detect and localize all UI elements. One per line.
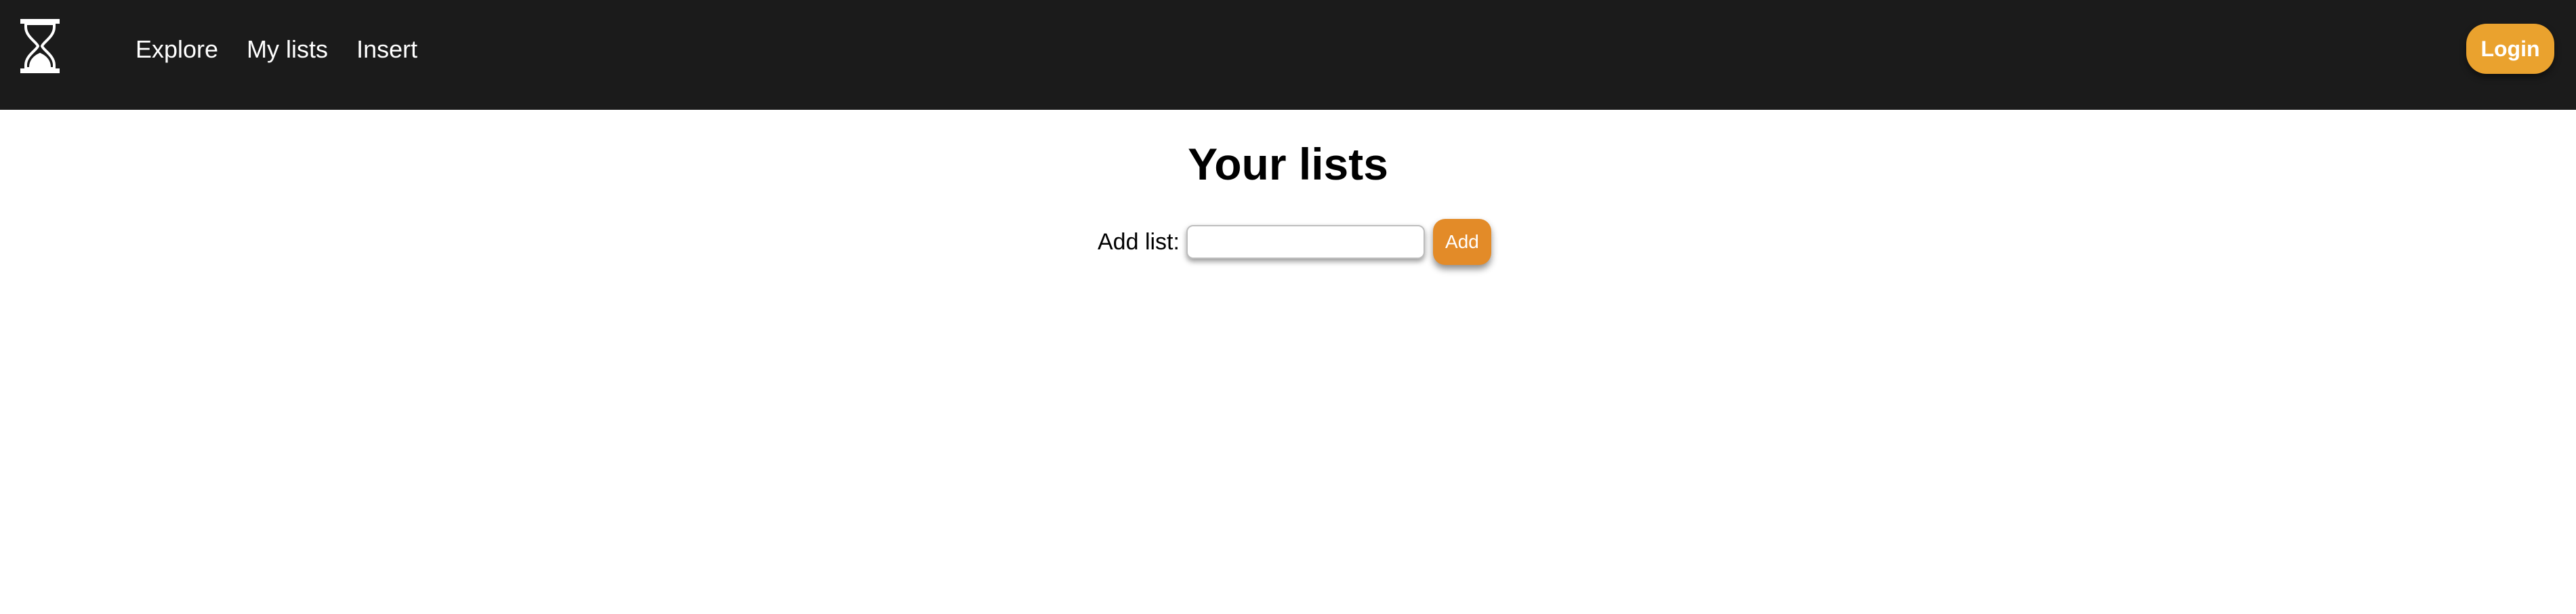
nav-links: Explore My lists Insert [136,0,446,99]
add-list-button[interactable]: Add [1432,219,1491,265]
nav-link-insert[interactable]: Insert [356,35,417,64]
top-navbar: Explore My lists Insert Login [0,0,2576,110]
login-button[interactable]: Login [2466,24,2554,74]
hourglass-icon[interactable] [19,18,61,75]
add-list-form: Add list: Add [1098,218,1491,266]
page-title: Your lists [1188,139,1388,189]
nav-link-my-lists[interactable]: My lists [247,35,328,64]
add-list-input[interactable] [1186,225,1425,259]
add-list-label: Add list: [1098,228,1180,255]
nav-link-explore[interactable]: Explore [136,35,218,64]
